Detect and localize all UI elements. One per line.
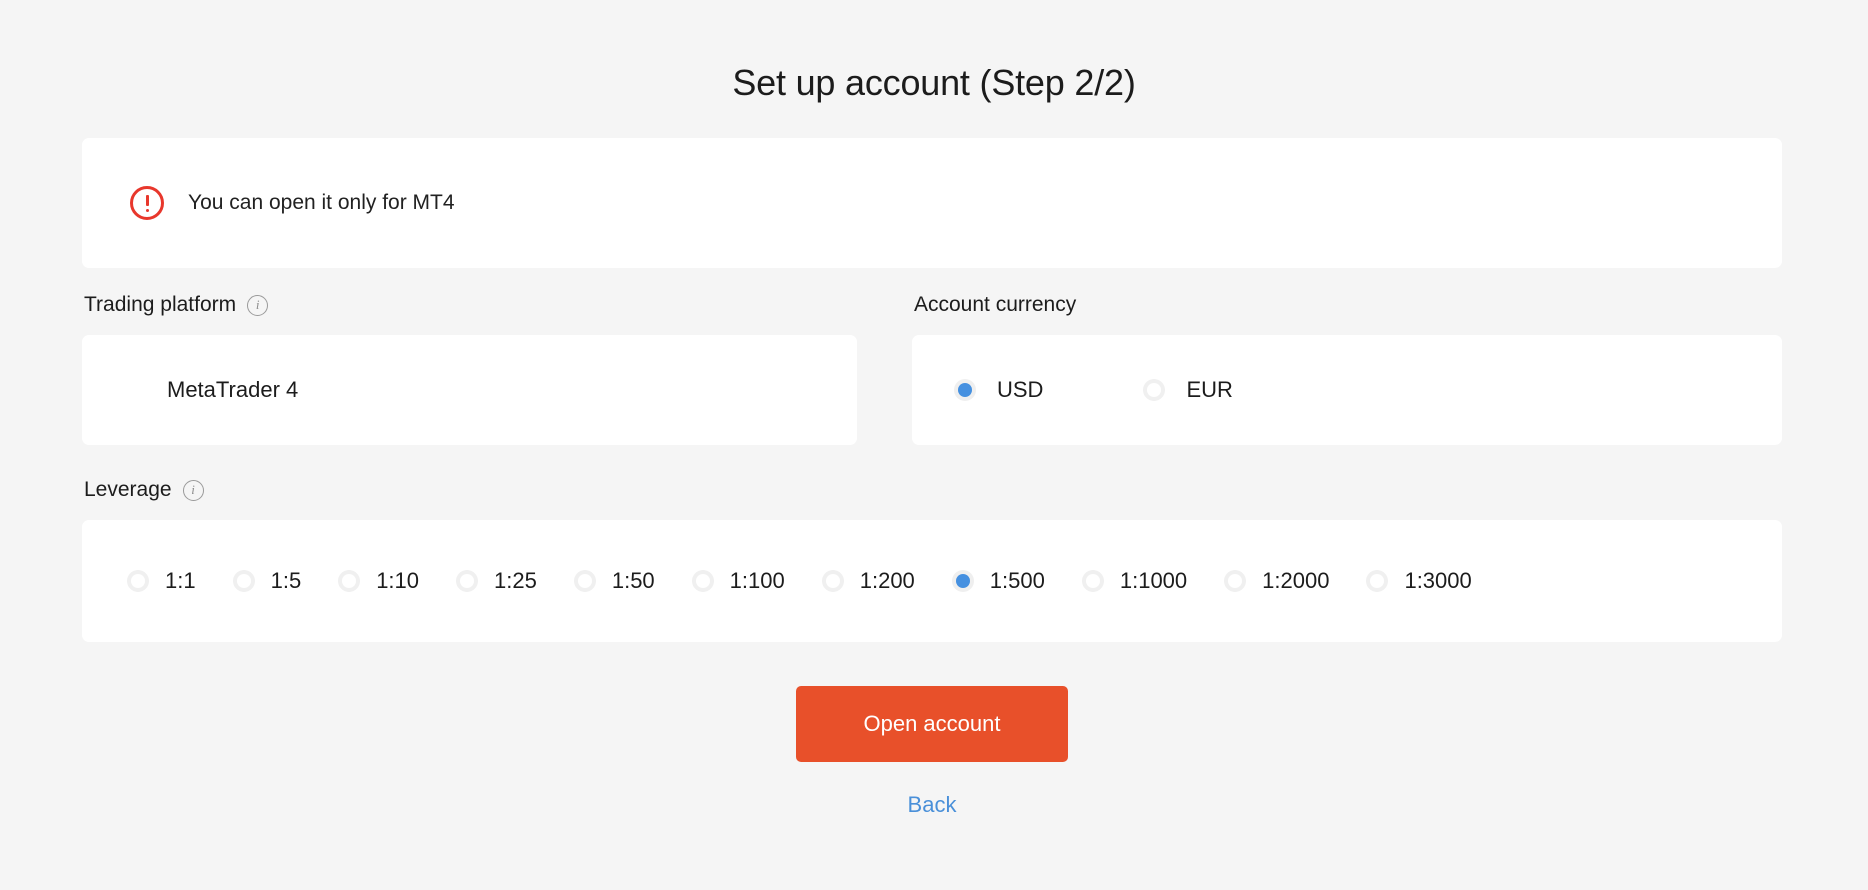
leverage-option-1-5[interactable]: 1:5	[232, 568, 302, 594]
trading-platform-label: Trading platform	[84, 293, 237, 316]
currency-option-usd[interactable]: USD	[954, 377, 1043, 403]
radio-icon	[127, 570, 149, 592]
radio-icon	[456, 570, 479, 592]
leverage-option-1-1[interactable]: 1:1	[127, 568, 196, 594]
error-circle-icon	[130, 186, 164, 220]
radio-icon	[1224, 570, 1247, 592]
account-currency-label: Account currency	[914, 293, 1077, 316]
page-title: Set up account (Step 2/2)	[732, 62, 1136, 103]
leverage-option-1-3000[interactable]: 1:3000	[1366, 568, 1472, 594]
leverage-option-label: 1:25	[494, 568, 537, 593]
leverage-option-1-25[interactable]: 1:25	[456, 568, 537, 594]
radio-icon	[821, 570, 844, 592]
leverage-option-label: 1:200	[859, 568, 915, 593]
trading-platform-label-row: Trading platform i	[82, 284, 857, 326]
account-currency-label-row: Account currency	[912, 284, 1782, 326]
alert-message: You can open it only for MT4	[188, 191, 455, 214]
currency-option-label: USD	[997, 377, 1044, 402]
leverage-option-label: 1:1000	[1119, 568, 1188, 593]
radio-icon-selected	[954, 379, 976, 401]
account-currency-radio-group: USD EUR	[954, 377, 1333, 403]
leverage-option-label: 1:2000	[1262, 568, 1330, 593]
trading-platform-section: Trading platform i MetaTrader 4	[82, 284, 857, 445]
open-account-button[interactable]: Open account	[796, 686, 1068, 762]
leverage-option-label: 1:100	[729, 568, 785, 593]
leverage-option-label: 1:5	[270, 568, 302, 593]
leverage-label-row: Leverage i	[82, 469, 1782, 511]
leverage-info-icon[interactable]: i	[182, 479, 204, 501]
trading-platform-card[interactable]: MetaTrader 4	[82, 335, 857, 445]
leverage-option-label: 1:50	[611, 568, 655, 593]
leverage-option-1-100[interactable]: 1:100	[691, 568, 785, 594]
leverage-radio-group: 1:1 1:5 1:10 1:25 1:50 1:100 1:200 1:500…	[127, 568, 1509, 594]
leverage-label: Leverage	[84, 478, 172, 501]
radio-icon	[1081, 570, 1104, 592]
radio-icon	[691, 570, 714, 592]
radio-icon-selected	[951, 570, 974, 592]
leverage-card: 1:1 1:5 1:10 1:25 1:50 1:100 1:200 1:500…	[82, 520, 1782, 642]
leverage-option-1-10[interactable]: 1:10	[338, 568, 419, 594]
form-content: You can open it only for MT4 Trading pla…	[82, 138, 1782, 818]
radio-icon	[232, 570, 255, 592]
trading-platform-info-icon[interactable]: i	[247, 294, 269, 316]
back-link[interactable]: Back	[908, 792, 957, 818]
account-currency-section: Account currency USD EUR	[912, 284, 1782, 445]
currency-option-label: EUR	[1186, 377, 1233, 402]
form-actions: Open account Back	[82, 686, 1782, 818]
leverage-option-1-1000[interactable]: 1:1000	[1081, 568, 1188, 594]
currency-option-eur[interactable]: EUR	[1143, 377, 1233, 403]
trading-platform-value: MetaTrader 4	[167, 377, 299, 402]
leverage-option-1-500[interactable]: 1:500	[951, 568, 1045, 594]
radio-icon	[1366, 570, 1389, 592]
leverage-option-1-200[interactable]: 1:200	[821, 568, 915, 594]
platform-currency-row: Trading platform i MetaTrader 4 Account …	[82, 284, 1782, 445]
account-currency-card: USD EUR	[912, 335, 1782, 445]
setup-account-page: Set up account (Step 2/2) You can open i…	[0, 0, 1868, 890]
radio-icon	[338, 570, 361, 592]
column-spacer	[857, 284, 912, 445]
leverage-option-label: 1:500	[989, 568, 1045, 593]
radio-icon	[1143, 379, 1166, 401]
leverage-option-label: 1:3000	[1404, 568, 1472, 593]
leverage-option-1-50[interactable]: 1:50	[573, 568, 655, 594]
leverage-option-label: 1:10	[376, 568, 420, 593]
leverage-option-label: 1:1	[165, 568, 196, 593]
radio-icon	[573, 570, 596, 592]
alert-banner: You can open it only for MT4	[82, 138, 1782, 268]
leverage-option-1-2000[interactable]: 1:2000	[1224, 568, 1329, 594]
leverage-section: Leverage i 1:1 1:5 1:10 1:25 1:50 1:100 …	[82, 469, 1782, 642]
